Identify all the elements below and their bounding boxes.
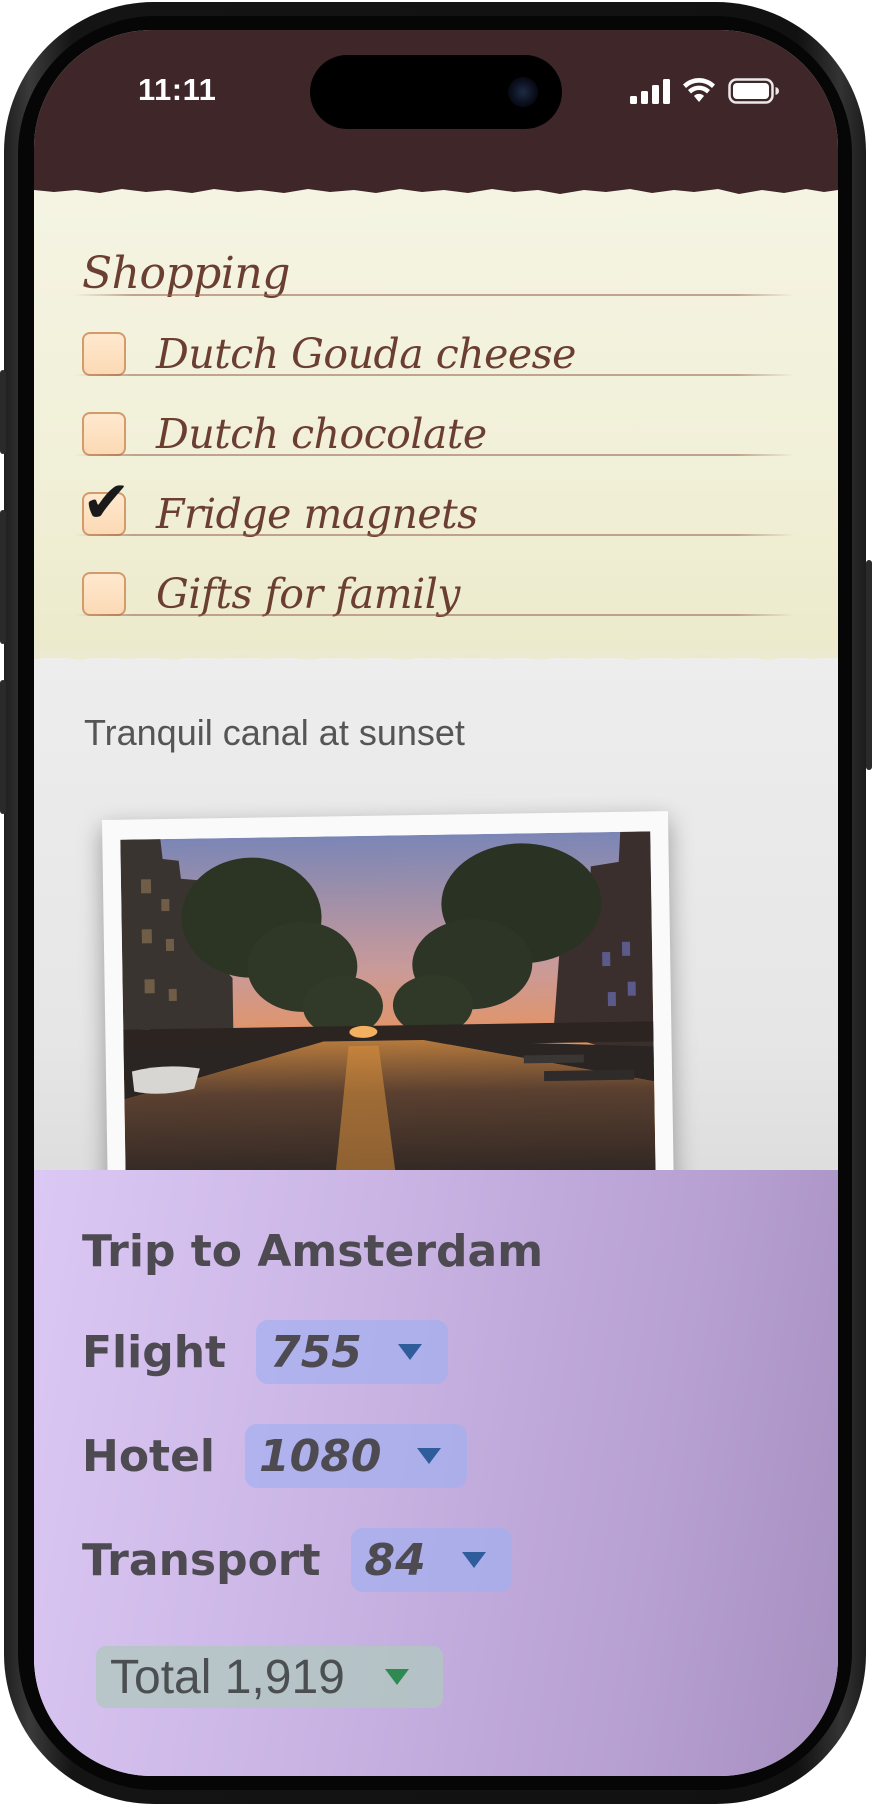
signal-icon — [630, 79, 670, 104]
wifi-icon — [683, 78, 715, 102]
expense-value: 1080 — [259, 1430, 382, 1482]
shopping-title: Shopping — [82, 248, 290, 299]
dropdown-arrow-icon — [397, 1344, 422, 1360]
dropdown-arrow-icon — [384, 1669, 409, 1685]
expense-row-flight: Flight 755 — [82, 1320, 448, 1384]
divider — [74, 294, 794, 296]
expense-row-transport: Transport 84 — [82, 1528, 512, 1592]
flight-value-dropdown[interactable]: 755 — [256, 1320, 448, 1384]
torn-paper-edge-top — [34, 180, 838, 194]
status-time: 11:11 — [138, 72, 217, 107]
checkbox[interactable] — [82, 332, 126, 376]
photo-note: Tranquil canal at sunset — [34, 660, 838, 1220]
expense-row-hotel: Hotel 1080 — [82, 1424, 468, 1488]
dynamic-island — [310, 55, 562, 129]
hotel-value-dropdown[interactable]: 1080 — [245, 1424, 468, 1488]
total-value: Total 1,919 — [110, 1650, 345, 1704]
dropdown-arrow-icon — [461, 1552, 486, 1568]
status-icons — [630, 76, 780, 106]
screen: 11:11 Shopping Dutch Gouda cheese Dutch … — [34, 30, 838, 1776]
battery-icon — [728, 78, 779, 104]
expense-value: 84 — [364, 1534, 426, 1586]
expense-label: Transport — [82, 1534, 321, 1586]
polaroid-photo[interactable] — [102, 811, 675, 1220]
canal-sunset-image — [120, 831, 657, 1220]
shopping-note: Shopping Dutch Gouda cheese Dutch chocol… — [34, 188, 838, 658]
checkbox[interactable] — [82, 572, 126, 616]
expense-label: Hotel — [82, 1430, 216, 1482]
power-button — [866, 560, 872, 770]
checkbox-checked[interactable]: ✔ — [82, 468, 131, 536]
front-camera-icon — [508, 77, 538, 107]
total-dropdown[interactable]: Total 1,919 — [96, 1646, 443, 1708]
trip-note: Trip to Amsterdam Flight 755 Hotel 1080 … — [34, 1170, 838, 1776]
volume-up-button — [0, 510, 6, 644]
divider — [74, 454, 794, 456]
list-item-label: Dutch Gouda cheese — [156, 330, 576, 378]
list-item-label: Gifts for family — [156, 570, 460, 618]
list-item-label: Dutch chocolate — [156, 410, 487, 458]
list-item-label: Fridge magnets — [156, 490, 478, 538]
volume-down-button — [0, 680, 6, 814]
checkmark-icon: ✔ — [82, 468, 131, 536]
trip-title: Trip to Amsterdam — [82, 1226, 544, 1277]
divider — [74, 374, 794, 376]
action-button — [0, 370, 6, 454]
expense-label: Flight — [82, 1326, 227, 1378]
divider — [74, 614, 794, 616]
status-bar: 11:11 — [34, 30, 838, 190]
dropdown-arrow-icon — [417, 1448, 442, 1464]
divider — [74, 534, 794, 536]
transport-value-dropdown[interactable]: 84 — [350, 1528, 512, 1592]
checkbox[interactable] — [82, 412, 126, 456]
expense-value: 755 — [270, 1326, 362, 1378]
photo-caption: Tranquil canal at sunset — [84, 712, 465, 753]
